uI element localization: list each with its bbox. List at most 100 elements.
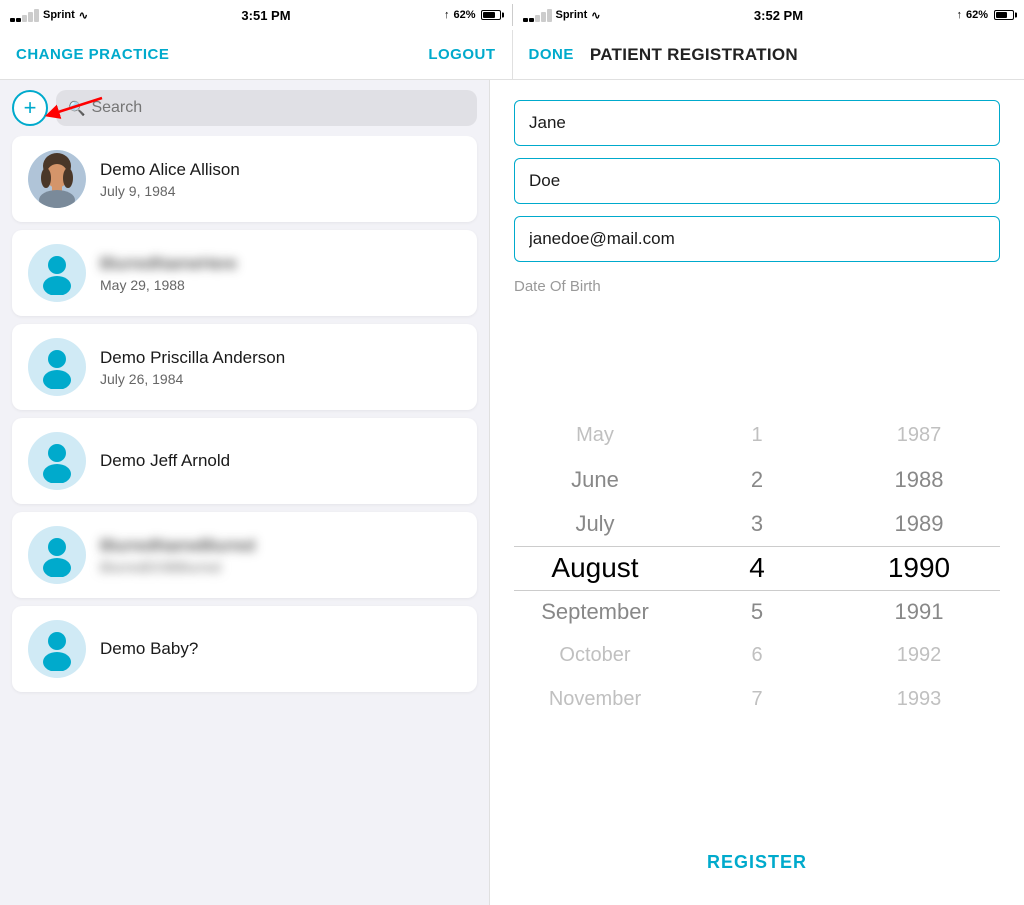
picker-year-1987[interactable]: 1987 bbox=[838, 414, 1000, 458]
silhouette-icon bbox=[35, 533, 79, 577]
first-name-field[interactable] bbox=[514, 100, 1000, 146]
register-button[interactable]: REGISTER bbox=[514, 840, 1000, 885]
right-signal bbox=[523, 9, 552, 22]
silhouette-icon bbox=[35, 345, 79, 389]
patient-dob: May 29, 1988 bbox=[100, 277, 237, 293]
right-nav: DONE PATIENT REGISTRATION bbox=[513, 30, 1024, 79]
avatar-photo bbox=[28, 150, 86, 208]
nav-bars: CHANGE PRACTICE LOGOUT DONE PATIENT REGI… bbox=[0, 30, 1024, 80]
patient-dob: July 26, 1984 bbox=[100, 371, 285, 387]
person-silhouette bbox=[28, 244, 86, 302]
add-patient-button[interactable]: + bbox=[12, 90, 48, 126]
list-item[interactable]: BlurredNameBlurred BlurredDOBBlurred bbox=[12, 512, 477, 598]
patients-list: Demo Alice Allison July 9, 1984 BlurredN… bbox=[0, 136, 489, 905]
avatar bbox=[28, 338, 86, 396]
left-signal bbox=[10, 9, 39, 22]
picker-day-4[interactable]: 4 bbox=[676, 546, 838, 590]
picker-day-5[interactable]: 5 bbox=[676, 590, 838, 634]
list-item[interactable]: Demo Priscilla Anderson July 26, 1984 bbox=[12, 324, 477, 410]
patient-info: BlurredNameBlurred BlurredDOBBlurred bbox=[100, 536, 255, 575]
picker-year-1990[interactable]: 1990 bbox=[838, 546, 1000, 590]
avatar bbox=[28, 150, 86, 208]
right-battery-fill bbox=[996, 12, 1007, 18]
patient-info: Demo Baby? bbox=[100, 639, 198, 659]
patient-name: Demo Alice Allison bbox=[100, 160, 240, 180]
right-time: 3:52 PM bbox=[754, 8, 803, 23]
last-name-field[interactable] bbox=[514, 158, 1000, 204]
logout-button[interactable]: LOGOUT bbox=[428, 46, 495, 63]
right-battery-pct: 62% bbox=[966, 9, 988, 21]
person-silhouette bbox=[28, 432, 86, 490]
list-item[interactable]: Demo Baby? bbox=[12, 606, 477, 692]
left-location-icon: ↑ bbox=[444, 9, 450, 21]
search-input-wrap: 🔍 bbox=[56, 90, 477, 126]
left-carrier: Sprint bbox=[43, 9, 75, 21]
patient-info: BlurredNameHere May 29, 1988 bbox=[100, 254, 237, 293]
patient-info: Demo Jeff Arnold bbox=[100, 451, 230, 471]
email-field[interactable] bbox=[514, 216, 1000, 262]
left-battery-icon bbox=[481, 10, 501, 20]
change-practice-button[interactable]: CHANGE PRACTICE bbox=[16, 46, 169, 63]
list-item[interactable]: Demo Alice Allison July 9, 1984 bbox=[12, 136, 477, 222]
left-battery-area: ↑ 62% bbox=[444, 9, 502, 21]
patient-info: Demo Priscilla Anderson July 26, 1984 bbox=[100, 348, 285, 387]
picker-day-7[interactable]: 7 bbox=[676, 678, 838, 722]
right-battery-area: ↑ 62% bbox=[956, 9, 1014, 21]
main-content: + 🔍 bbox=[0, 80, 1024, 905]
picker-month-may[interactable]: May bbox=[514, 414, 676, 458]
right-carrier-area: Sprint ∿ bbox=[523, 9, 601, 22]
avatar bbox=[28, 620, 86, 678]
left-panel: + 🔍 bbox=[0, 80, 490, 905]
left-status-bar: Sprint ∿ 3:51 PM ↑ 62% bbox=[0, 0, 512, 30]
done-button[interactable]: DONE bbox=[529, 46, 574, 63]
person-silhouette bbox=[28, 526, 86, 584]
search-bar-container: + 🔍 bbox=[0, 80, 489, 136]
picker-year-1992[interactable]: 1992 bbox=[838, 634, 1000, 678]
picker-year-1988[interactable]: 1988 bbox=[838, 458, 1000, 502]
patient-name: Demo Baby? bbox=[100, 639, 198, 659]
picker-month-july[interactable]: July bbox=[514, 502, 676, 546]
avatar bbox=[28, 432, 86, 490]
status-bars: Sprint ∿ 3:51 PM ↑ 62% Sprint ∿ 3:52 PM bbox=[0, 0, 1024, 30]
patient-name: Demo Jeff Arnold bbox=[100, 451, 230, 471]
page-title: PATIENT REGISTRATION bbox=[590, 45, 798, 65]
left-battery-fill bbox=[483, 12, 494, 18]
picker-month-august[interactable]: August bbox=[514, 546, 676, 590]
patient-name-blurred: BlurredNameBlurred bbox=[100, 536, 255, 556]
patient-name-blurred: BlurredNameHere bbox=[100, 254, 237, 274]
month-column[interactable]: May June July August September October N… bbox=[514, 414, 676, 722]
picker-day-2[interactable]: 2 bbox=[676, 458, 838, 502]
silhouette-icon bbox=[35, 439, 79, 483]
silhouette-icon bbox=[35, 627, 79, 671]
picker-month-october[interactable]: October bbox=[514, 634, 676, 678]
silhouette-icon bbox=[35, 251, 79, 295]
picker-month-september[interactable]: September bbox=[514, 590, 676, 634]
picker-year-1991[interactable]: 1991 bbox=[838, 590, 1000, 634]
picker-month-november[interactable]: November bbox=[514, 678, 676, 722]
left-battery-pct: 62% bbox=[453, 9, 475, 21]
date-picker-inner: May June July August September October N… bbox=[514, 307, 1000, 828]
list-item[interactable]: Demo Jeff Arnold bbox=[12, 418, 477, 504]
picker-day-6[interactable]: 6 bbox=[676, 634, 838, 678]
person-silhouette bbox=[28, 338, 86, 396]
day-column[interactable]: 1 2 3 4 5 6 7 bbox=[676, 414, 838, 722]
picker-year-1989[interactable]: 1989 bbox=[838, 502, 1000, 546]
search-input[interactable] bbox=[91, 99, 465, 117]
patient-info: Demo Alice Allison July 9, 1984 bbox=[100, 160, 240, 199]
picker-year-1993[interactable]: 1993 bbox=[838, 678, 1000, 722]
patient-dob: July 9, 1984 bbox=[100, 183, 240, 199]
list-item[interactable]: BlurredNameHere May 29, 1988 bbox=[12, 230, 477, 316]
date-picker[interactable]: May June July August September October N… bbox=[514, 307, 1000, 828]
picker-month-june[interactable]: June bbox=[514, 458, 676, 502]
left-time: 3:51 PM bbox=[241, 8, 290, 23]
right-panel: Date Of Birth May June July August Septe… bbox=[490, 80, 1024, 905]
right-carrier: Sprint bbox=[556, 9, 588, 21]
right-location-icon: ↑ bbox=[956, 9, 962, 21]
avatar bbox=[28, 244, 86, 302]
picker-day-1[interactable]: 1 bbox=[676, 414, 838, 458]
picker-day-3[interactable]: 3 bbox=[676, 502, 838, 546]
plus-icon: + bbox=[24, 97, 37, 119]
year-column[interactable]: 1987 1988 1989 1990 1991 1992 1993 bbox=[838, 414, 1000, 722]
patient-name: Demo Priscilla Anderson bbox=[100, 348, 285, 368]
avatar bbox=[28, 526, 86, 584]
